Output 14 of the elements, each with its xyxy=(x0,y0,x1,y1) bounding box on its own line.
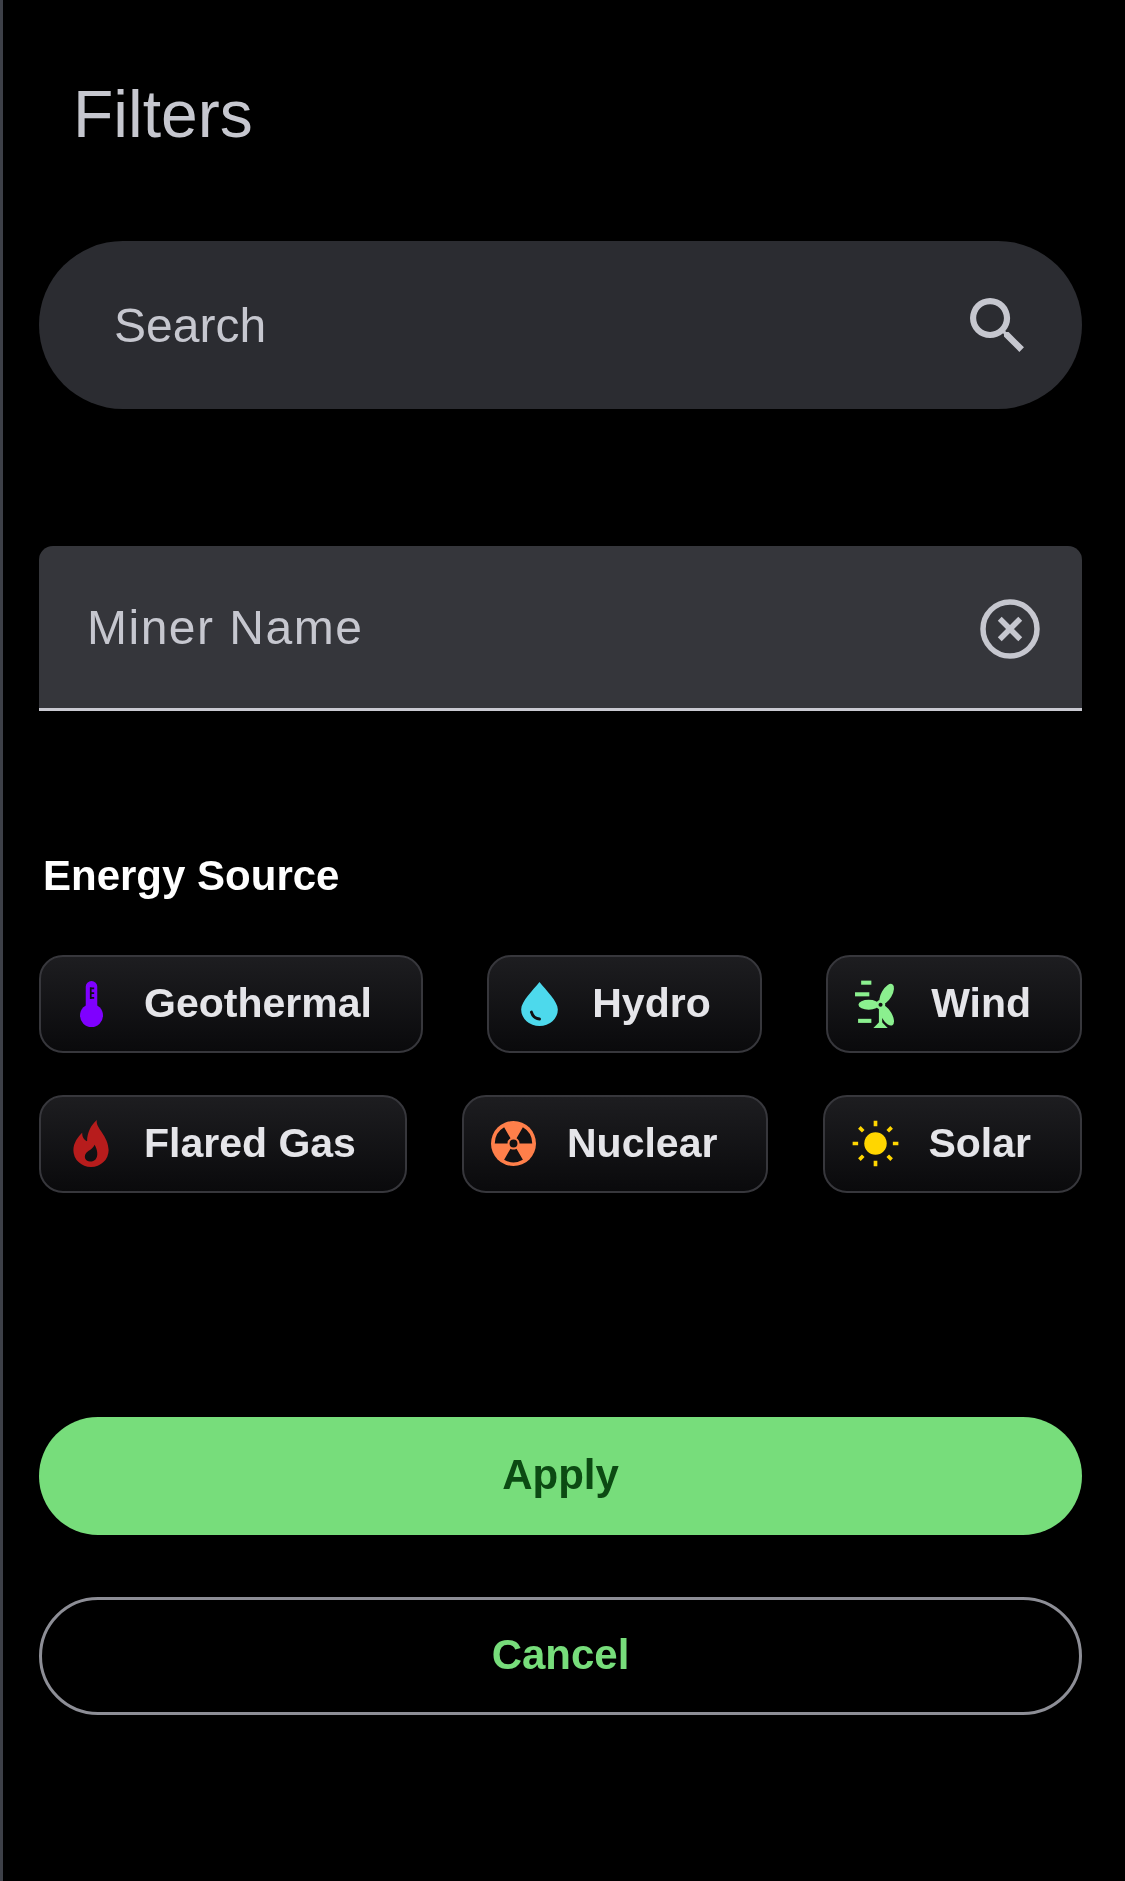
filter-chip[interactable]: Nuclear xyxy=(462,1094,769,1193)
page-title: Filters xyxy=(73,76,253,153)
filter-chip[interactable]: Geothermal xyxy=(39,954,423,1053)
cancel-button[interactable]: Cancel xyxy=(39,1596,1082,1715)
filter-chip[interactable]: Wind xyxy=(826,954,1082,1053)
miner-name-field[interactable]: Miner Name xyxy=(39,546,1082,712)
search-icon[interactable] xyxy=(970,298,1024,353)
filter-chip[interactable]: Flared Gas xyxy=(39,1094,407,1193)
filter-chip[interactable]: Solar xyxy=(823,1094,1082,1193)
clear-icon[interactable] xyxy=(980,598,1040,659)
apply-button[interactable]: Apply xyxy=(39,1416,1082,1535)
filter-chip[interactable]: Hydro xyxy=(487,954,762,1053)
section-label: Energy Source xyxy=(43,851,340,902)
search-field[interactable]: Search xyxy=(39,241,1082,410)
